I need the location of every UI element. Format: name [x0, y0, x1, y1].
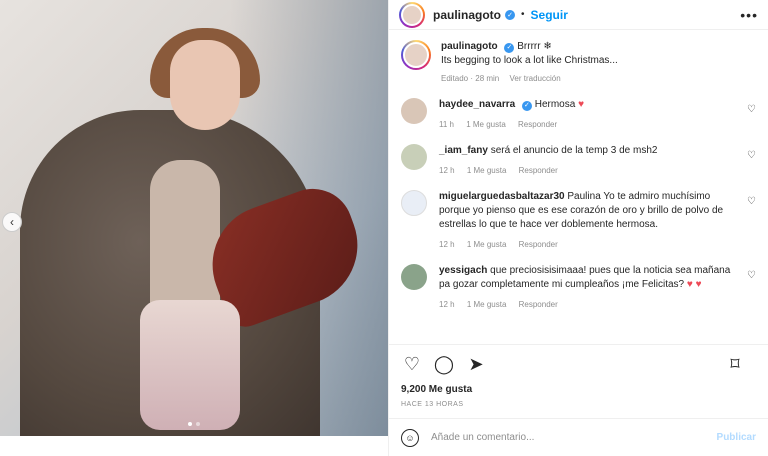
comment-likes[interactable]: 1 Me gusta	[467, 240, 507, 249]
comment: miguelarguedasbaltazar30 Paulina Yo te a…	[401, 190, 756, 252]
chevron-left-icon: ‹	[10, 215, 14, 229]
more-horizontal-icon[interactable]: •••	[740, 7, 758, 23]
post-header: paulinagoto ✓ • Seguir •••	[389, 0, 768, 30]
reply-button[interactable]: Responder	[519, 300, 558, 309]
avatar[interactable]	[401, 144, 427, 170]
comment: haydee_navarra ✓ Hermosa ♥ 11 h 1 Me gus…	[401, 98, 756, 132]
post-time: HACE 13 HORAS	[401, 401, 464, 408]
comment-meta: 12 h 1 Me gusta Responder	[439, 164, 739, 178]
comment-username[interactable]: yessigach	[439, 265, 487, 276]
avatar[interactable]	[401, 264, 427, 290]
caption-username[interactable]: paulinagoto	[441, 41, 498, 52]
header-username[interactable]: paulinagoto	[433, 8, 501, 22]
comment-meta: 11 h 1 Me gusta Responder	[439, 118, 739, 132]
caption: paulinagoto ✓ Brrrrr ❄ Its begging to lo…	[401, 40, 756, 86]
paper-plane-icon[interactable]: ➤	[465, 354, 487, 376]
comment-likes[interactable]: 1 Me gusta	[467, 300, 507, 309]
avatar[interactable]	[401, 190, 427, 216]
comment-body: yessigach que preciosisisimaaa! pues que…	[439, 264, 739, 312]
post-viewer: ‹ paulinagoto ✓ • Seguir ••• paulinagoto…	[0, 0, 768, 456]
prev-image-button[interactable]: ‹	[2, 212, 22, 232]
comment-composer: ☺ Publicar	[389, 418, 768, 456]
post-image[interactable]: ‹	[0, 0, 388, 436]
comment-icon[interactable]: ◯	[433, 354, 455, 376]
bookmark-icon[interactable]: ⌑	[724, 354, 746, 376]
reply-button[interactable]: Responder	[519, 240, 558, 249]
comments-scroll[interactable]: paulinagoto ✓ Brrrrr ❄ Its begging to lo…	[389, 30, 768, 344]
comment-meta: 12 h 1 Me gusta Responder	[439, 298, 739, 312]
post-panel: paulinagoto ✓ • Seguir ••• paulinagoto ✓…	[388, 0, 768, 456]
translation-link[interactable]: Ver traducción	[510, 74, 561, 83]
comment-likes[interactable]: 1 Me gusta	[467, 166, 507, 175]
comment-time: 11 h	[439, 120, 454, 129]
comment-meta: 12 h 1 Me gusta Responder	[439, 238, 739, 252]
heart-emoji: ♥	[578, 99, 585, 110]
verified-badge-icon: ✓	[505, 9, 515, 20]
heart-emoji: ♥ ♥	[686, 279, 702, 290]
like-comment-icon[interactable]: ♡	[747, 104, 756, 115]
carousel-dots	[188, 422, 200, 426]
comment-username[interactable]: _iam_fany	[439, 145, 488, 156]
avatar[interactable]	[401, 98, 427, 124]
post-actions: ♡ ◯ ➤ ⌑	[389, 344, 768, 384]
comment-body: miguelarguedasbaltazar30 Paulina Yo te a…	[439, 190, 739, 252]
caption-line-2: Its begging to look a lot like Christmas…	[441, 55, 618, 66]
comment-username[interactable]: haydee_navarra	[439, 99, 515, 110]
reply-button[interactable]: Responder	[518, 120, 557, 129]
comment-time: 12 h	[439, 300, 455, 309]
comment: yessigach que preciosisisimaaa! pues que…	[401, 264, 756, 312]
caption-meta: Editado · 28 min Ver traducción	[441, 72, 618, 86]
verified-badge-icon: ✓	[521, 101, 532, 111]
face-shape	[170, 40, 240, 130]
comment-input[interactable]	[431, 432, 717, 443]
follow-button[interactable]: Seguir	[531, 8, 568, 22]
comment-time: 12 h	[439, 240, 455, 249]
likes-count[interactable]: 9,200 Me gusta	[389, 384, 768, 395]
comment: _iam_fany será el anuncio de la temp 3 d…	[401, 144, 756, 178]
smile-icon[interactable]: ☺	[401, 428, 419, 447]
comment-time: 12 h	[439, 166, 455, 175]
comment-text: Hermosa	[534, 99, 576, 110]
caption-line-1: Brrrrr ❄	[517, 41, 552, 52]
caption-text: paulinagoto ✓ Brrrrr ❄ Its begging to lo…	[441, 40, 618, 86]
like-comment-icon[interactable]: ♡	[747, 196, 756, 207]
reply-button[interactable]: Responder	[519, 166, 558, 175]
avatar[interactable]	[401, 40, 431, 70]
edited-label: Editado · 28 min	[441, 74, 500, 83]
verified-badge-icon: ✓	[504, 43, 515, 53]
like-comment-icon[interactable]: ♡	[747, 270, 756, 281]
carousel-dot	[188, 422, 192, 426]
comment-username[interactable]: miguelarguedasbaltazar30	[439, 191, 565, 202]
carousel-dot	[196, 422, 200, 426]
comment-likes[interactable]: 1 Me gusta	[466, 120, 506, 129]
comment-text: será el anuncio de la temp 3 de msh2	[490, 145, 658, 156]
avatar[interactable]	[399, 1, 425, 28]
skirt-shape	[140, 300, 240, 430]
publish-button[interactable]: Publicar	[717, 432, 756, 443]
comment-body: _iam_fany será el anuncio de la temp 3 d…	[439, 144, 739, 178]
comment-body: haydee_navarra ✓ Hermosa ♥ 11 h 1 Me gus…	[439, 98, 739, 132]
heart-outline-icon[interactable]: ♡	[401, 354, 423, 376]
like-comment-icon[interactable]: ♡	[747, 150, 756, 161]
separator: •	[521, 9, 525, 20]
